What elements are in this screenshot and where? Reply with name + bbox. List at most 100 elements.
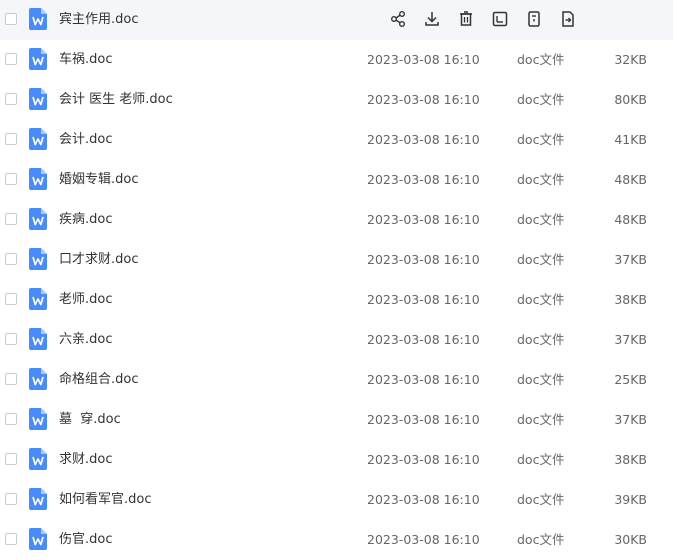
file-type: doc文件	[517, 332, 565, 347]
file-row[interactable]: 伤官.doc 2023-03-08 16:10 doc文件 30KB	[0, 520, 673, 560]
move-icon[interactable]	[558, 9, 578, 29]
file-size: 37KB	[614, 252, 647, 267]
doc-file-icon	[29, 288, 47, 310]
file-date: 2023-03-08 16:10	[367, 252, 480, 267]
file-size: 37KB	[614, 332, 647, 347]
file-type: doc文件	[517, 412, 565, 427]
file-date: 2023-03-08 16:10	[367, 332, 480, 347]
doc-file-icon	[29, 48, 47, 70]
row-checkbox[interactable]	[5, 493, 17, 505]
file-type: doc文件	[517, 292, 565, 307]
file-type: doc文件	[517, 212, 565, 227]
file-row[interactable]: 宾主作用.doc	[0, 0, 673, 40]
row-checkbox[interactable]	[5, 53, 17, 65]
file-name[interactable]: 命格组合.doc	[59, 371, 139, 389]
file-date: 2023-03-08 16:10	[367, 212, 480, 227]
file-type: doc文件	[517, 92, 565, 107]
file-name[interactable]: 六亲.doc	[59, 331, 113, 349]
doc-file-icon	[29, 8, 47, 30]
file-date: 2023-03-08 16:10	[367, 132, 480, 147]
doc-file-icon	[29, 448, 47, 470]
file-date: 2023-03-08 16:10	[367, 492, 480, 507]
download-icon[interactable]	[422, 9, 442, 29]
doc-file-icon	[29, 248, 47, 270]
file-name[interactable]: 求财.doc	[59, 451, 113, 469]
file-row[interactable]: 疾病.doc 2023-03-08 16:10 doc文件 48KB	[0, 200, 673, 240]
file-type: doc文件	[517, 532, 565, 547]
file-size: 30KB	[614, 532, 647, 547]
file-size: 37KB	[614, 412, 647, 427]
file-type: doc文件	[517, 452, 565, 467]
file-row[interactable]: 会计 医生 老师.doc 2023-03-08 16:10 doc文件 80KB	[0, 80, 673, 120]
file-name[interactable]: 伤官.doc	[59, 531, 113, 549]
file-type: doc文件	[517, 492, 565, 507]
file-size: 38KB	[614, 292, 647, 307]
file-name[interactable]: 车祸.doc	[59, 51, 113, 69]
file-row[interactable]: 求财.doc 2023-03-08 16:10 doc文件 38KB	[0, 440, 673, 480]
doc-file-icon	[29, 168, 47, 190]
doc-file-icon	[29, 208, 47, 230]
file-type: doc文件	[517, 172, 565, 187]
file-type: doc文件	[517, 252, 565, 267]
row-checkbox[interactable]	[5, 173, 17, 185]
row-checkbox[interactable]	[5, 133, 17, 145]
file-date: 2023-03-08 16:10	[367, 532, 480, 547]
doc-file-icon	[29, 528, 47, 550]
row-checkbox[interactable]	[5, 253, 17, 265]
doc-file-icon	[29, 128, 47, 150]
file-size: 48KB	[614, 212, 647, 227]
file-date: 2023-03-08 16:10	[367, 372, 480, 387]
file-size: 25KB	[614, 372, 647, 387]
file-size: 48KB	[614, 172, 647, 187]
file-date: 2023-03-08 16:10	[367, 452, 480, 467]
file-name[interactable]: 会计.doc	[59, 131, 113, 149]
row-checkbox[interactable]	[5, 333, 17, 345]
file-size: 39KB	[614, 492, 647, 507]
copy-icon[interactable]	[524, 9, 544, 29]
row-checkbox[interactable]	[5, 293, 17, 305]
share-icon[interactable]	[388, 9, 408, 29]
file-name[interactable]: 如何看军官.doc	[59, 491, 152, 509]
file-row[interactable]: 命格组合.doc 2023-03-08 16:10 doc文件 25KB	[0, 360, 673, 400]
file-size: 32KB	[614, 52, 647, 67]
file-name[interactable]: 口才求财.doc	[59, 251, 139, 269]
file-name[interactable]: 会计 医生 老师.doc	[59, 91, 173, 109]
file-name[interactable]: 墓 穿.doc	[59, 411, 121, 429]
file-row[interactable]: 墓 穿.doc 2023-03-08 16:10 doc文件 37KB	[0, 400, 673, 440]
file-list: 宾主作用.doc 车祸.doc 2023-03-08 16:10 doc文件 3…	[0, 0, 673, 560]
doc-file-icon	[29, 328, 47, 350]
file-size: 38KB	[614, 452, 647, 467]
file-size: 80KB	[614, 92, 647, 107]
row-checkbox[interactable]	[5, 533, 17, 545]
doc-file-icon	[29, 408, 47, 430]
file-name[interactable]: 老师.doc	[59, 291, 113, 309]
row-checkbox[interactable]	[5, 13, 17, 25]
file-row[interactable]: 会计.doc 2023-03-08 16:10 doc文件 41KB	[0, 120, 673, 160]
delete-icon[interactable]	[456, 9, 476, 29]
file-name[interactable]: 疾病.doc	[59, 211, 113, 229]
file-date: 2023-03-08 16:10	[367, 172, 480, 187]
file-row[interactable]: 婚姻专辑.doc 2023-03-08 16:10 doc文件 48KB	[0, 160, 673, 200]
doc-file-icon	[29, 88, 47, 110]
file-date: 2023-03-08 16:10	[367, 92, 480, 107]
row-checkbox[interactable]	[5, 93, 17, 105]
row-checkbox[interactable]	[5, 413, 17, 425]
file-date: 2023-03-08 16:10	[367, 52, 480, 67]
file-name[interactable]: 宾主作用.doc	[59, 11, 139, 29]
file-type: doc文件	[517, 52, 565, 67]
row-checkbox[interactable]	[5, 213, 17, 225]
file-row[interactable]: 老师.doc 2023-03-08 16:10 doc文件 38KB	[0, 280, 673, 320]
rename-icon[interactable]	[490, 9, 510, 29]
row-checkbox[interactable]	[5, 373, 17, 385]
file-type: doc文件	[517, 132, 565, 147]
doc-file-icon	[29, 368, 47, 390]
file-type: doc文件	[517, 372, 565, 387]
file-row[interactable]: 车祸.doc 2023-03-08 16:10 doc文件 32KB	[0, 40, 673, 80]
file-row[interactable]: 口才求财.doc 2023-03-08 16:10 doc文件 37KB	[0, 240, 673, 280]
doc-file-icon	[29, 488, 47, 510]
row-checkbox[interactable]	[5, 453, 17, 465]
file-size: 41KB	[614, 132, 647, 147]
file-row[interactable]: 如何看军官.doc 2023-03-08 16:10 doc文件 39KB	[0, 480, 673, 520]
file-row[interactable]: 六亲.doc 2023-03-08 16:10 doc文件 37KB	[0, 320, 673, 360]
file-name[interactable]: 婚姻专辑.doc	[59, 171, 139, 189]
